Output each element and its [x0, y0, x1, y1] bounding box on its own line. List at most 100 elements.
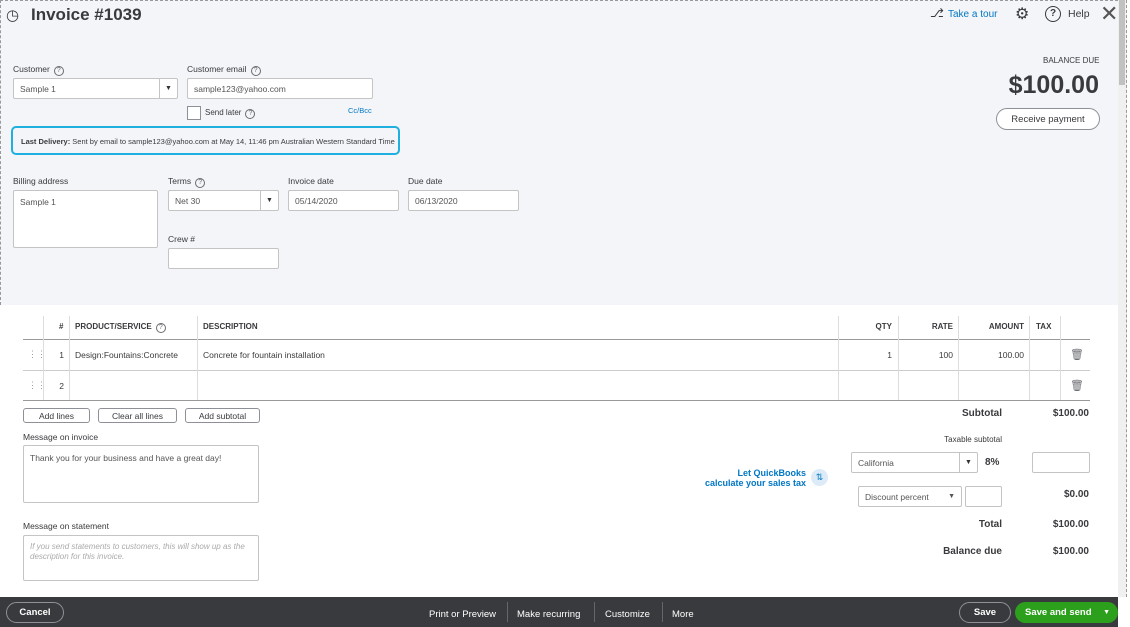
print-preview-button[interactable]: Print or Preview: [429, 609, 496, 620]
qb-tax-line2: calculate your sales tax: [704, 478, 806, 488]
crew-input[interactable]: [168, 248, 279, 269]
terms-label-text: Terms: [168, 176, 192, 186]
clear-all-lines-button[interactable]: Clear all lines: [98, 408, 177, 423]
message-invoice-label: Message on invoice: [23, 432, 99, 442]
page-title: Invoice #1039: [31, 5, 142, 24]
take-tour-link[interactable]: Take a tour: [948, 9, 997, 20]
column-divider: [898, 316, 899, 400]
help-icon[interactable]: ?: [53, 66, 64, 76]
customer-email-input[interactable]: sample123@yahoo.com: [187, 78, 373, 99]
drag-handle-icon[interactable]: ⋮⋮: [28, 380, 46, 391]
due-date-input[interactable]: 06/13/2020: [408, 190, 519, 211]
terms-select[interactable]: Net 30 ▼: [168, 190, 279, 211]
customer-email-label-text: Customer email: [187, 64, 247, 74]
row-rate[interactable]: 100: [910, 350, 953, 360]
column-divider: [1029, 316, 1030, 400]
qb-sales-tax-link[interactable]: Let QuickBooks calculate your sales tax: [700, 468, 806, 488]
chevron-down-icon[interactable]: ▼: [948, 493, 955, 500]
chevron-down-icon[interactable]: ▼: [1103, 602, 1110, 623]
tour-icon: ⎇: [930, 6, 944, 20]
divider: [662, 602, 663, 622]
discount-type-select[interactable]: Discount percent ▼: [858, 486, 962, 507]
trash-icon[interactable]: 🗑: [1070, 379, 1084, 392]
total-label: Total: [978, 519, 1002, 530]
drag-handle-icon[interactable]: ⋮⋮: [28, 349, 46, 360]
col-rate: RATE: [931, 322, 953, 331]
total-value: $100.00: [1052, 519, 1089, 530]
col-description: DESCRIPTION: [203, 322, 258, 331]
subtotal-value: $100.00: [1052, 408, 1089, 419]
make-recurring-button[interactable]: Make recurring: [517, 609, 580, 620]
chevron-down-icon[interactable]: ▼: [959, 453, 977, 472]
tax-region-select[interactable]: California ▼: [851, 452, 978, 473]
sort-arrows-icon[interactable]: ⇅: [811, 469, 828, 486]
row-product[interactable]: Design:Fountains:Concrete: [75, 350, 178, 360]
cancel-button[interactable]: Cancel: [6, 602, 64, 623]
invoice-date-input[interactable]: 05/14/2020: [288, 190, 399, 211]
row-description[interactable]: Concrete for fountain installation: [203, 350, 325, 360]
save-and-send-label: Save and send: [1025, 607, 1092, 618]
scrollbar[interactable]: [1118, 0, 1127, 597]
column-divider: [958, 316, 959, 400]
add-subtotal-button[interactable]: Add subtotal: [185, 408, 260, 423]
scrollbar-thumb[interactable]: [1119, 0, 1125, 85]
customer-email-label: Customer email?: [187, 64, 261, 76]
col-product: PRODUCT/SERVICE?: [75, 322, 166, 333]
close-icon[interactable]: ✕: [1100, 1, 1118, 27]
column-divider: [1060, 316, 1061, 400]
help-icon[interactable]: ?: [250, 66, 261, 76]
customer-label-text: Customer: [13, 64, 50, 74]
row-qty[interactable]: 1: [850, 350, 892, 360]
chevron-down-icon[interactable]: ▼: [159, 79, 177, 98]
more-button[interactable]: More: [672, 609, 694, 620]
qb-tax-line1: Let QuickBooks: [737, 468, 806, 478]
last-delivery-label: Last Delivery:: [21, 137, 71, 146]
table-header-divider: [23, 339, 1090, 340]
table-bottom-divider: [23, 400, 1090, 401]
balance-due-total-value: $100.00: [1052, 546, 1089, 557]
message-invoice-input[interactable]: Thank you for your business and have a g…: [23, 445, 259, 503]
trash-icon[interactable]: 🗑: [1070, 348, 1084, 361]
help-icon[interactable]: ?: [1045, 6, 1061, 22]
tax-rate: 8%: [985, 457, 1000, 468]
send-later-checkbox[interactable]: [187, 106, 201, 120]
save-and-send-button[interactable]: Save and send ▼: [1015, 602, 1118, 623]
column-divider: [197, 316, 198, 400]
message-statement-label: Message on statement: [23, 521, 109, 531]
chevron-down-icon[interactable]: ▼: [260, 191, 278, 210]
help-icon[interactable]: ?: [155, 323, 166, 333]
col-qty: QTY: [875, 322, 892, 331]
col-num: #: [59, 322, 64, 331]
balance-due-total-label: Balance due: [943, 546, 1002, 557]
cc-bcc-link[interactable]: Cc/Bcc: [348, 106, 372, 115]
message-statement-input[interactable]: If you send statements to customers, thi…: [23, 535, 259, 581]
column-divider: [69, 316, 70, 400]
customer-label: Customer?: [13, 64, 64, 76]
discount-type-value: Discount percent: [865, 491, 929, 502]
save-button[interactable]: Save: [959, 602, 1011, 623]
gear-icon[interactable]: ⚙: [1015, 4, 1029, 24]
row-num: 2: [59, 381, 64, 391]
balance-due-amount: $100.00: [1008, 71, 1099, 99]
receive-payment-button[interactable]: Receive payment: [996, 108, 1100, 130]
help-icon[interactable]: ?: [195, 178, 206, 188]
terms-value: Net 30: [175, 195, 201, 206]
send-later-text: Send later: [205, 108, 242, 117]
tax-amount-input[interactable]: [1032, 452, 1090, 473]
row-num: 1: [59, 350, 64, 360]
billing-address-input[interactable]: Sample 1: [13, 190, 158, 248]
customize-button[interactable]: Customize: [605, 609, 650, 620]
help-link[interactable]: Help: [1068, 8, 1090, 20]
due-date-label: Due date: [408, 176, 443, 186]
crew-label: Crew #: [168, 234, 195, 244]
divider: [507, 602, 508, 622]
recent-transactions-icon[interactable]: ◷: [6, 6, 19, 24]
customer-value: Sample 1: [20, 83, 56, 94]
column-divider: [838, 316, 839, 400]
customer-select[interactable]: Sample 1 ▼: [13, 78, 178, 99]
row-amount[interactable]: 100.00: [970, 350, 1024, 360]
col-amount: AMOUNT: [988, 322, 1024, 331]
help-icon[interactable]: ?: [245, 109, 256, 119]
discount-value-input[interactable]: [965, 486, 1002, 507]
add-lines-button[interactable]: Add lines: [23, 408, 90, 423]
